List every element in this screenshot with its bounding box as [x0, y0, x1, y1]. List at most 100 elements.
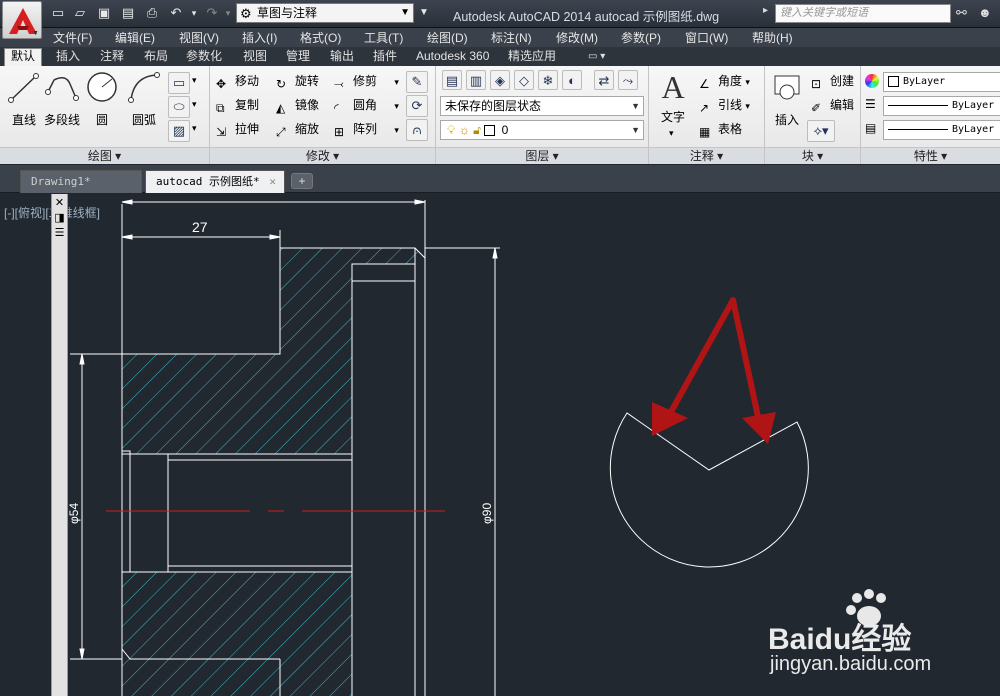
- angle-dropdown-icon[interactable]: ▾: [745, 77, 750, 87]
- rectangle-dropdown-icon[interactable]: ▾: [192, 75, 197, 86]
- mirror-tool[interactable]: ◭ 镜像: [276, 95, 319, 115]
- tab-parametric[interactable]: 参数化: [186, 49, 222, 66]
- annotation-panel-label[interactable]: 注释 ▾: [649, 147, 764, 164]
- layers-panel-label[interactable]: 图层 ▾: [436, 147, 648, 164]
- table-tool[interactable]: ▦ 表格: [699, 119, 742, 139]
- menu-insert[interactable]: 插入(I): [242, 29, 277, 46]
- redo-dropdown-icon[interactable]: ▾: [220, 5, 236, 21]
- save-as-icon[interactable]: ▤: [120, 5, 136, 21]
- drawing-canvas[interactable]: 27 φ54 φ90 [-][俯视][二维线框] ✕ ◨ ☰: [0, 194, 1000, 696]
- draw-panel-label[interactable]: 绘图 ▾: [0, 147, 209, 164]
- application-menu-button[interactable]: ▼: [2, 1, 42, 39]
- tab-layout[interactable]: 布局: [144, 49, 168, 66]
- move-tool[interactable]: ✥ 移动: [216, 71, 259, 91]
- color-dropdown[interactable]: ByLayer: [883, 72, 1000, 92]
- close-icon[interactable]: ✕: [269, 171, 276, 192]
- user-icon[interactable]: ☻: [978, 5, 992, 20]
- tab-annotate[interactable]: 注释: [100, 49, 124, 66]
- array-dropdown-icon[interactable]: ▾: [394, 125, 399, 135]
- new-tab-button[interactable]: +: [291, 173, 313, 189]
- layer-properties-icon[interactable]: ▤: [442, 70, 462, 90]
- quick-access-more-icon[interactable]: ▼: [416, 5, 432, 21]
- layer-isolate-icon[interactable]: ◈: [490, 70, 510, 90]
- layer-match-icon[interactable]: ⇄: [594, 70, 614, 90]
- properties-panel-label[interactable]: 特性 ▾: [861, 147, 1000, 164]
- layer-state-dropdown[interactable]: 未保存的图层状态 ▼: [440, 96, 644, 116]
- text-tool[interactable]: A 文字: [655, 70, 691, 125]
- layer-walk-icon[interactable]: ⤳: [618, 70, 638, 90]
- create-block-tool[interactable]: ⊡ 创建: [811, 71, 854, 91]
- tool-palette-strip[interactable]: ✕ ◨ ☰: [51, 194, 68, 696]
- binoculars-icon[interactable]: ⚯: [956, 5, 967, 21]
- line-tool[interactable]: 直线: [4, 70, 44, 128]
- tab-insert[interactable]: 插入: [56, 49, 80, 66]
- tab-manage[interactable]: 管理: [286, 49, 310, 66]
- undo-dropdown-icon[interactable]: ▾: [186, 5, 202, 21]
- rectangle-icon[interactable]: ▭: [168, 72, 190, 94]
- array-tool[interactable]: ⊞ 阵列 ▾: [334, 119, 399, 139]
- file-tab-drawing1[interactable]: Drawing1*: [20, 170, 142, 193]
- arc-tool[interactable]: 圆弧: [122, 70, 166, 128]
- autohide-icon[interactable]: ◨: [53, 212, 66, 224]
- fillet-dropdown-icon[interactable]: ▾: [394, 101, 399, 111]
- modify-panel-label[interactable]: 修改 ▾: [210, 147, 435, 164]
- tab-default[interactable]: 默认: [4, 48, 43, 66]
- menu-help[interactable]: 帮助(H): [752, 29, 793, 46]
- linetype-dropdown[interactable]: ByLayer: [883, 120, 1000, 140]
- leader-dropdown-icon[interactable]: ▾: [745, 101, 750, 111]
- new-file-icon[interactable]: ▭: [50, 5, 66, 21]
- layer-freeze-icon[interactable]: ❄: [538, 70, 558, 90]
- search-expand-icon[interactable]: ▸: [763, 5, 768, 16]
- lineweight-dropdown[interactable]: ByLayer: [883, 96, 1000, 116]
- layer-unisolate-icon[interactable]: ◇: [514, 70, 534, 90]
- search-input[interactable]: 键入关键字或短语: [775, 4, 951, 23]
- text-dropdown-icon[interactable]: ▾: [669, 128, 674, 139]
- tab-autodesk360[interactable]: Autodesk 360: [416, 49, 489, 66]
- open-file-icon[interactable]: ▱: [72, 5, 88, 21]
- menu-parametric[interactable]: 参数(P): [621, 29, 661, 46]
- angle-dimension-tool[interactable]: ∠ 角度 ▾: [699, 71, 750, 91]
- insert-block-tool[interactable]: 插入: [769, 70, 805, 128]
- polyline-tool[interactable]: 多段线: [42, 70, 82, 128]
- fillet-tool[interactable]: ◜ 圆角 ▾: [334, 95, 399, 115]
- leader-tool[interactable]: ↗ 引线 ▾: [699, 95, 750, 115]
- save-icon[interactable]: ▣: [96, 5, 112, 21]
- menu-tools[interactable]: 工具(T): [364, 29, 403, 46]
- tab-view[interactable]: 视图: [243, 49, 267, 66]
- copy-tool[interactable]: ⧉ 复制: [216, 95, 259, 115]
- ellipse-icon[interactable]: ⬭: [168, 96, 190, 118]
- menu-window[interactable]: 窗口(W): [685, 29, 728, 46]
- offset-icon[interactable]: ⩀: [406, 119, 428, 141]
- workspace-dropdown[interactable]: ⚙ 草图与注释 ▼: [236, 3, 414, 23]
- scale-tool[interactable]: ⤢ 缩放: [276, 119, 319, 139]
- tab-plugins[interactable]: 插件: [373, 49, 397, 66]
- menu-dimension[interactable]: 标注(N): [491, 29, 532, 46]
- rotate-tool[interactable]: ↻ 旋转: [276, 71, 319, 91]
- menu-file[interactable]: 文件(F): [53, 29, 92, 46]
- circle-tool[interactable]: 圆: [82, 70, 122, 128]
- hatch-icon[interactable]: ▨: [168, 120, 190, 142]
- properties-menu-icon[interactable]: ☰: [53, 227, 66, 239]
- layer-dropdown[interactable]: 💡︎ ☼ 🔓︎ 0 ▼: [440, 120, 644, 140]
- layer-state-icon[interactable]: ▥: [466, 70, 486, 90]
- ribbon-minimize-icon[interactable]: ▭ ▾: [588, 49, 605, 66]
- ellipse-dropdown-icon[interactable]: ▾: [192, 99, 197, 110]
- erase-icon[interactable]: ✎: [406, 71, 428, 93]
- menu-format[interactable]: 格式(O): [300, 29, 341, 46]
- trim-tool[interactable]: ⤙ 修剪 ▾: [334, 71, 399, 91]
- tab-featured-apps[interactable]: 精选应用: [508, 49, 556, 66]
- edit-block-tool[interactable]: ✐ 编辑: [811, 95, 854, 115]
- file-tab-autocad-example[interactable]: autocad 示例图纸* ✕: [145, 170, 285, 193]
- menu-modify[interactable]: 修改(M): [556, 29, 598, 46]
- layer-off-icon[interactable]: ◐: [562, 70, 582, 90]
- block-attribute-icon[interactable]: ⟡▾: [807, 120, 835, 142]
- menu-draw[interactable]: 绘图(D): [427, 29, 468, 46]
- trim-dropdown-icon[interactable]: ▾: [394, 77, 399, 87]
- explode-icon[interactable]: ⟳: [406, 95, 428, 117]
- block-panel-label[interactable]: 块 ▾: [765, 147, 860, 164]
- close-icon[interactable]: ✕: [53, 197, 66, 209]
- undo-icon[interactable]: ↶: [168, 5, 184, 21]
- menu-edit[interactable]: 编辑(E): [115, 29, 155, 46]
- redo-icon[interactable]: ↷: [204, 5, 220, 21]
- stretch-tool[interactable]: ⇲ 拉伸: [216, 119, 259, 139]
